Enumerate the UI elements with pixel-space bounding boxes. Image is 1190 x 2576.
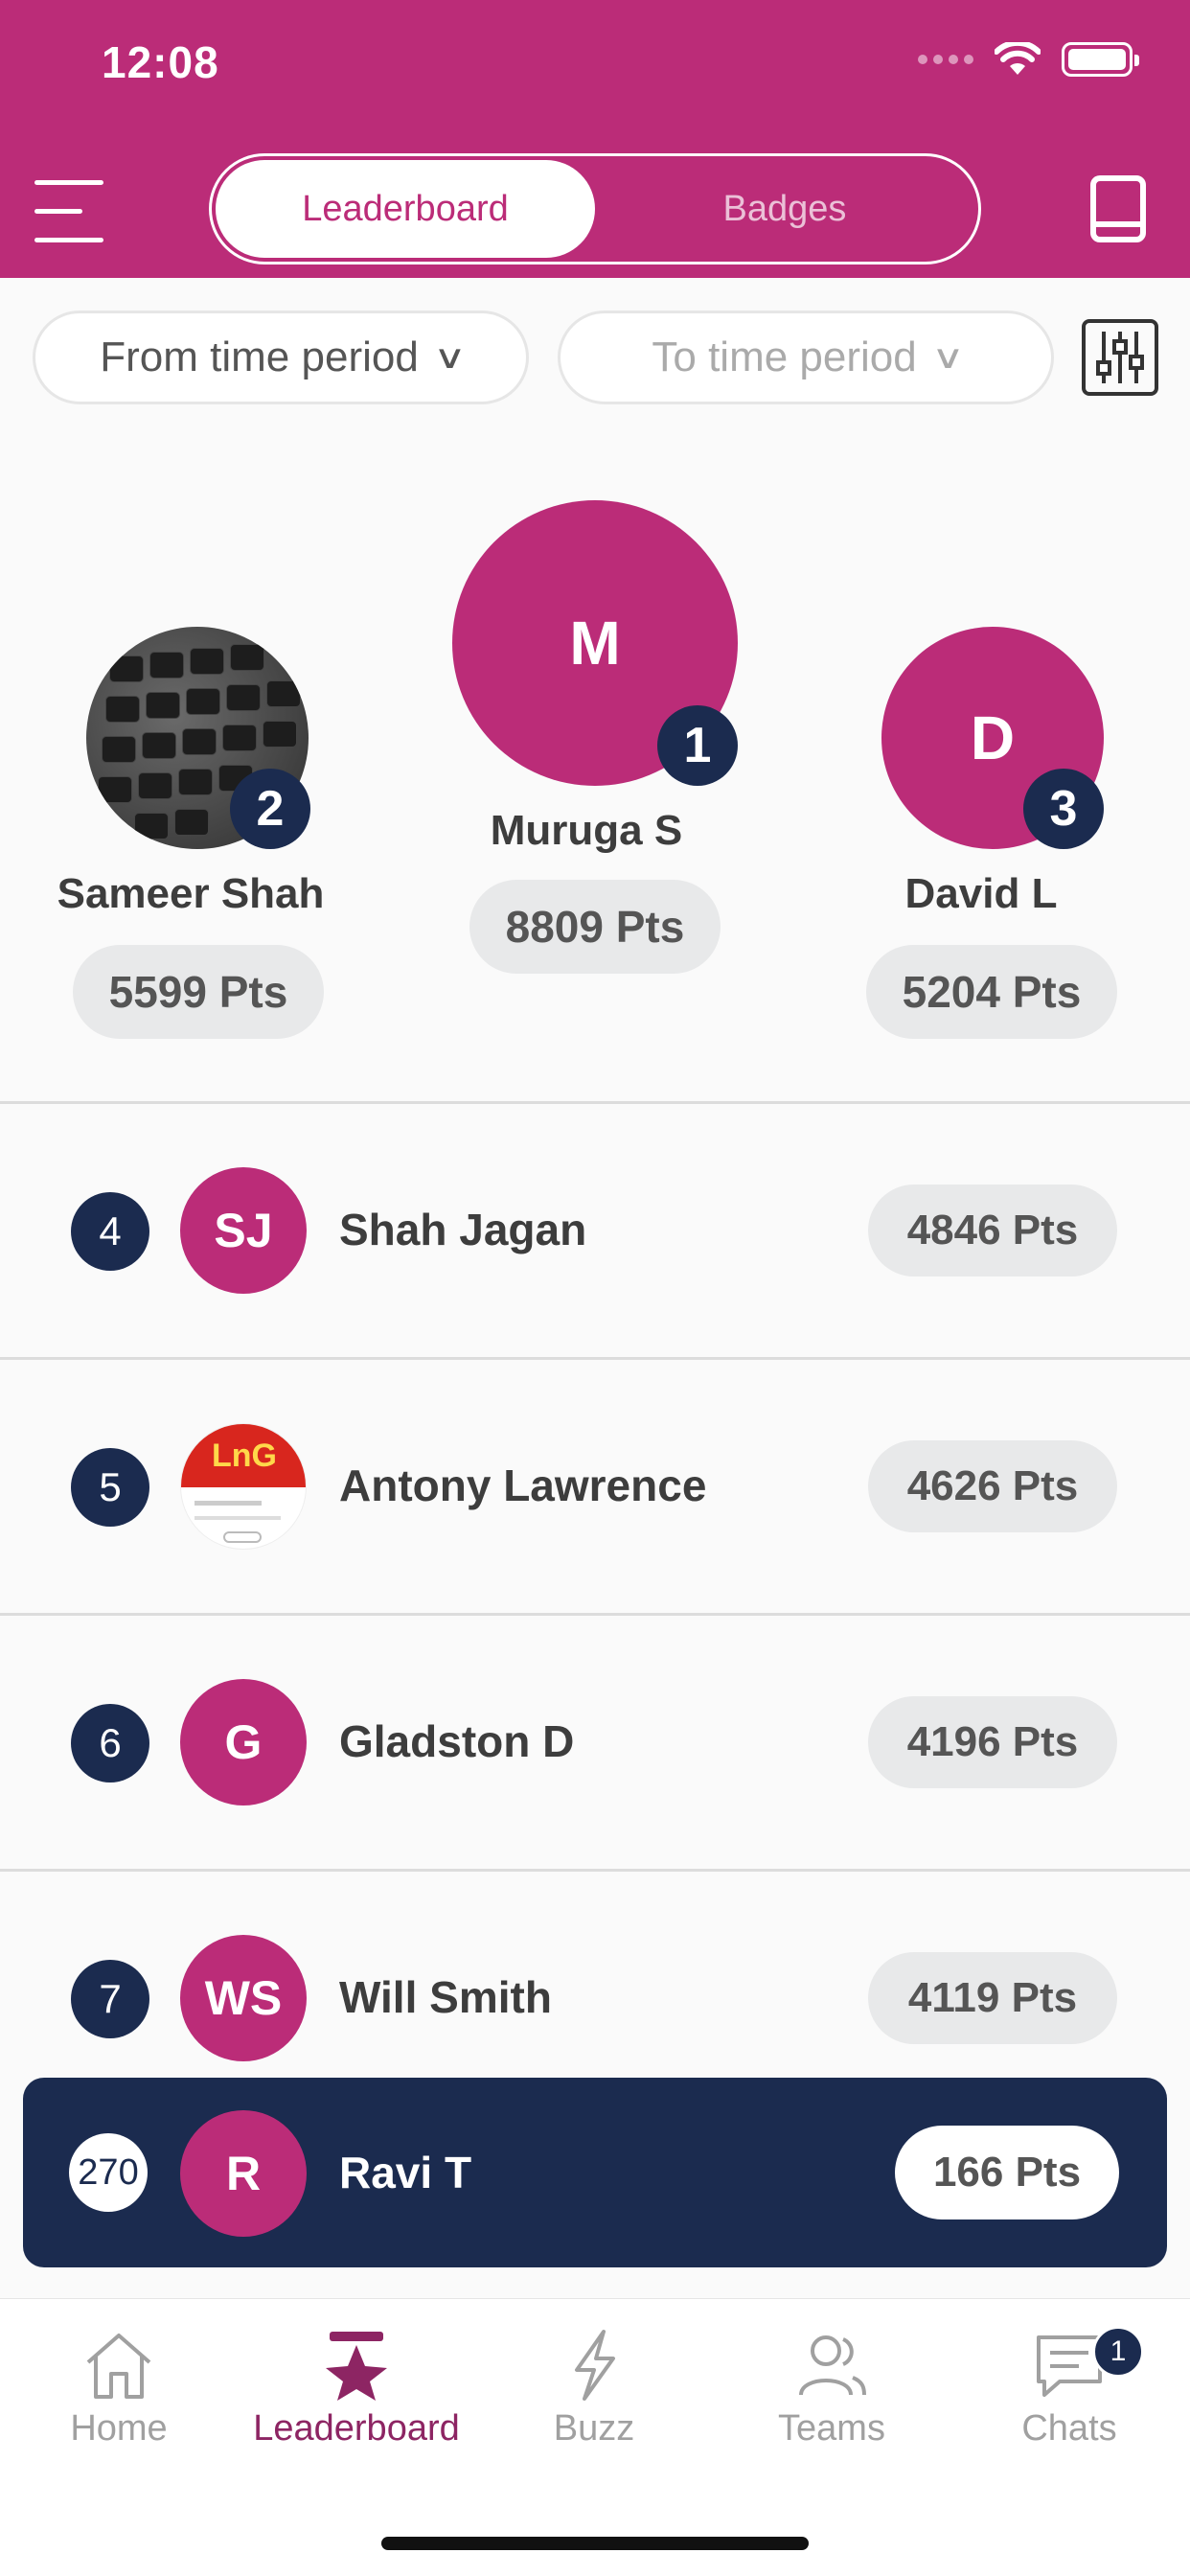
rank-number: 6 bbox=[71, 1704, 149, 1782]
battery-icon bbox=[1062, 42, 1139, 77]
tab-badges[interactable]: Badges bbox=[595, 160, 974, 258]
wifi-icon bbox=[995, 42, 1041, 75]
from-time-period-dropdown[interactable]: From time period ∨ bbox=[33, 310, 529, 404]
home-icon bbox=[86, 2334, 151, 2399]
chevron-down-icon: ∨ bbox=[930, 339, 965, 376]
rank-badge-1: 1 bbox=[657, 705, 738, 786]
user-name: Gladston D bbox=[339, 1716, 575, 1766]
tab-leaderboard-label: Leaderboard bbox=[253, 2408, 460, 2449]
tab-chats-label: Chats bbox=[1021, 2408, 1117, 2449]
to-time-period-label: To time period bbox=[652, 334, 917, 380]
book-icon[interactable] bbox=[1088, 174, 1148, 243]
user-name: Shah Jagan bbox=[339, 1205, 587, 1254]
sliders-icon[interactable] bbox=[1081, 318, 1159, 397]
podium-third-initial: D bbox=[970, 703, 1016, 772]
current-user-rank: 270 bbox=[69, 2133, 148, 2212]
from-time-period-label: From time period bbox=[100, 334, 419, 380]
avatar: G bbox=[180, 1679, 307, 1806]
to-time-period-dropdown[interactable]: To time period ∨ bbox=[558, 310, 1054, 404]
current-user-avatar: R bbox=[180, 2110, 307, 2237]
podium-first-initial: M bbox=[569, 609, 621, 678]
people-icon bbox=[799, 2335, 866, 2396]
rank-badge-2: 2 bbox=[230, 769, 310, 849]
chat-unread-badge: 1 bbox=[1092, 2326, 1144, 2378]
tab-home[interactable]: Home bbox=[0, 2328, 238, 2472]
points-pill: 4196 Pts bbox=[868, 1696, 1117, 1788]
rank-badge-3: 3 bbox=[1023, 769, 1104, 849]
segmented-control: Leaderboard Badges bbox=[209, 153, 981, 264]
signal-icon bbox=[918, 55, 973, 64]
app-header: 12:08 Leaderboard Badges bbox=[0, 0, 1190, 278]
podium-first-name: Muruga S bbox=[490, 807, 683, 854]
tab-leaderboard[interactable]: Leaderboard bbox=[216, 160, 595, 258]
tab-buzz-label: Buzz bbox=[553, 2408, 635, 2449]
current-user-points: 166 Pts bbox=[895, 2126, 1119, 2220]
tab-leaderboard-nav[interactable]: Leaderboard bbox=[238, 2328, 475, 2472]
star-podium-icon bbox=[326, 2332, 387, 2401]
points-pill: 4119 Pts bbox=[868, 1952, 1117, 2044]
current-user-card[interactable]: 270 R Ravi T 166 Pts bbox=[23, 2078, 1167, 2267]
user-name: Will Smith bbox=[339, 1972, 552, 2022]
podium-third-points: 5204 Pts bbox=[866, 945, 1117, 1039]
avatar: LnG bbox=[180, 1423, 307, 1550]
chevron-down-icon: ∨ bbox=[432, 339, 467, 376]
leaderboard-row[interactable]: 5 LnG Antony Lawrence 4626 Pts bbox=[0, 1360, 1190, 1613]
current-user-name: Ravi T bbox=[339, 2148, 472, 2197]
leaderboard-row[interactable]: 4 SJ Shah Jagan 4846 Pts bbox=[0, 1104, 1190, 1357]
points-pill: 4626 Pts bbox=[868, 1440, 1117, 1532]
lng-logo: LnG bbox=[181, 1424, 306, 1487]
status-time: 12:08 bbox=[102, 37, 219, 87]
hamburger-menu-icon[interactable] bbox=[34, 178, 103, 245]
lightning-icon bbox=[575, 2330, 615, 2401]
rank-number: 7 bbox=[71, 1960, 149, 2038]
avatar: SJ bbox=[180, 1167, 307, 1294]
status-icons bbox=[918, 42, 1139, 77]
leaderboard-row[interactable]: 6 G Gladston D 4196 Pts bbox=[0, 1616, 1190, 1869]
user-name: Antony Lawrence bbox=[339, 1460, 707, 1510]
points-pill: 4846 Pts bbox=[868, 1184, 1117, 1276]
filter-bar: From time period ∨ To time period ∨ bbox=[33, 310, 1159, 406]
home-indicator[interactable] bbox=[381, 2537, 809, 2550]
rank-number: 4 bbox=[71, 1192, 149, 1271]
avatar: WS bbox=[180, 1935, 307, 2061]
tab-home-label: Home bbox=[70, 2408, 168, 2449]
rank-number: 5 bbox=[71, 1448, 149, 1527]
podium-third-name: David L bbox=[904, 870, 1058, 917]
tab-teams[interactable]: Teams bbox=[713, 2328, 950, 2472]
tab-buzz[interactable]: Buzz bbox=[475, 2328, 713, 2472]
bottom-tab-bar: Home Leaderboard Buzz Teams Chats 1 bbox=[0, 2298, 1190, 2576]
podium-second-points: 5599 Pts bbox=[73, 945, 324, 1039]
tab-teams-label: Teams bbox=[778, 2408, 885, 2449]
podium-second-name: Sameer Shah bbox=[57, 870, 325, 917]
tab-chats[interactable]: Chats 1 bbox=[950, 2326, 1188, 2472]
podium-first-points: 8809 Pts bbox=[469, 880, 721, 974]
